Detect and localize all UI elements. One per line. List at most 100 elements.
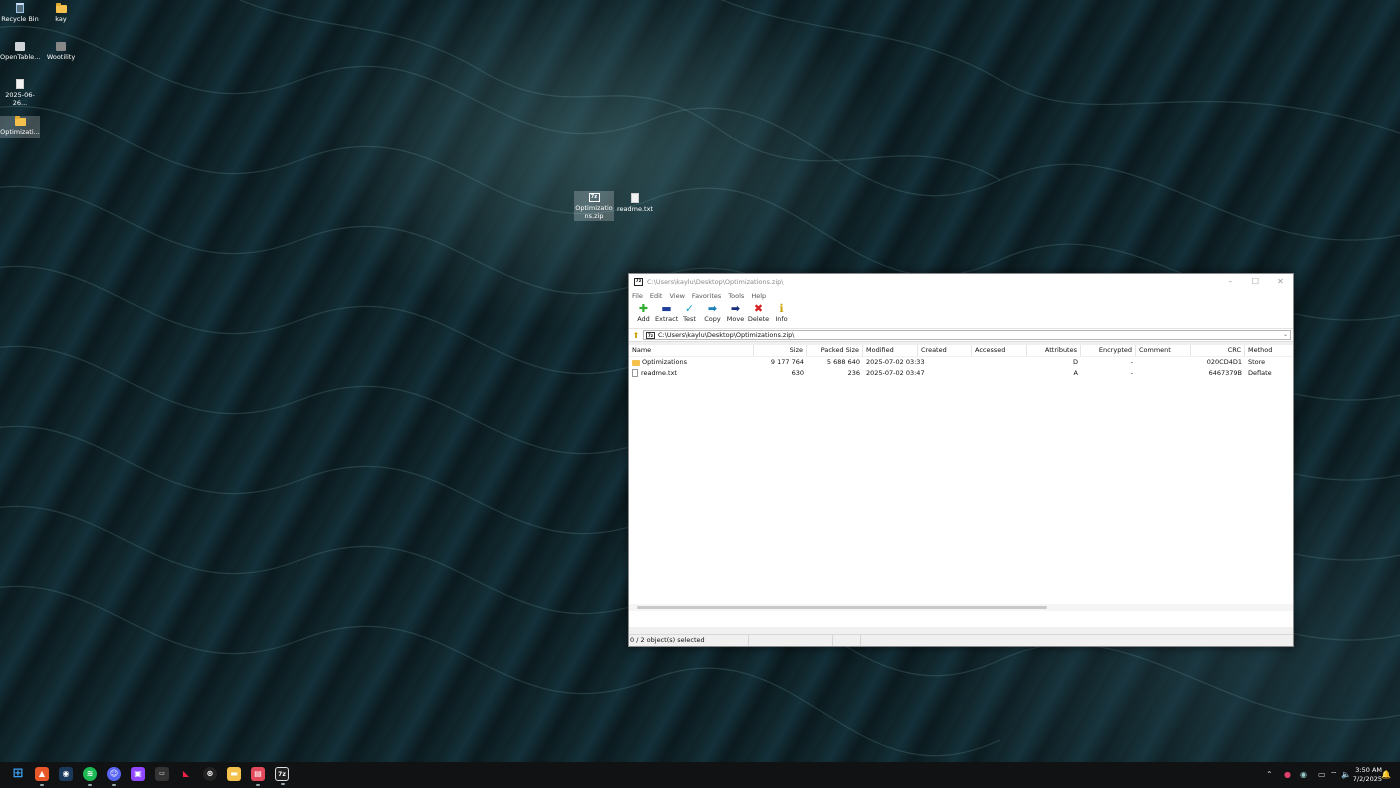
delete-button[interactable]: ✖ Delete xyxy=(747,301,770,324)
column-name[interactable]: Name xyxy=(629,345,754,356)
menu-view[interactable]: View xyxy=(669,292,684,300)
desktop-icon-label: readme.txt xyxy=(617,205,653,213)
move-icon: ➡ xyxy=(730,302,741,315)
column-accessed[interactable]: Accessed xyxy=(972,345,1027,356)
info-button[interactable]: ℹ Info xyxy=(770,301,793,324)
tray-app-icon[interactable]: ● xyxy=(1284,762,1291,788)
network-icon[interactable]: ⌔ xyxy=(1330,762,1338,788)
table-row[interactable]: Optimizations 9 177 764 5 688 640 2025-0… xyxy=(629,357,1293,368)
column-created[interactable]: Created xyxy=(918,345,972,356)
app-icon[interactable]: ◣ xyxy=(179,767,193,781)
column-size[interactable]: Size xyxy=(754,345,807,356)
chevron-down-icon[interactable]: ⌄ xyxy=(1283,331,1288,338)
column-comment[interactable]: Comment xyxy=(1136,345,1191,356)
column-headers: Name Size Packed Size Modified Created A… xyxy=(629,345,1293,357)
notification-bell-icon[interactable]: 🔔 xyxy=(1381,762,1391,788)
app-icon xyxy=(56,42,66,51)
extract-button[interactable]: ▬ Extract xyxy=(655,301,678,324)
row-size: 630 xyxy=(791,368,804,377)
add-label: Add xyxy=(637,315,650,323)
recycle-bin-icon xyxy=(16,3,24,13)
7zip-icon[interactable]: 7z xyxy=(275,767,289,785)
app-icon[interactable]: ▤ xyxy=(251,767,265,786)
text-file-icon xyxy=(631,193,639,203)
copy-label: Copy xyxy=(704,315,721,323)
desktop-icon-recycle-bin[interactable]: Recycle Bin xyxy=(0,3,40,23)
menu-favorites[interactable]: Favorites xyxy=(692,292,721,300)
row-modified: 2025-07-02 03:47 xyxy=(866,368,925,377)
chevron-up-icon[interactable]: ⌃ xyxy=(1266,762,1273,788)
epic-games-icon[interactable]: ⊛ xyxy=(203,767,217,781)
clock[interactable]: 3:50 AM 7/2/2025 xyxy=(1353,766,1382,784)
menu-file[interactable]: File xyxy=(632,292,643,300)
desktop-icon-readme[interactable]: readme.txt xyxy=(615,193,655,213)
column-method[interactable]: Method xyxy=(1245,345,1293,356)
window-title: C:\Users\kaylu\Desktop\Optimizations.zip… xyxy=(647,278,784,286)
terminal-icon[interactable]: ▭ xyxy=(155,767,169,781)
desktop-icon-label: kay xyxy=(55,15,67,23)
row-attributes: A xyxy=(1073,368,1078,377)
file-explorer-icon[interactable]: ▬ xyxy=(227,767,241,781)
move-button[interactable]: ➡ Move xyxy=(724,301,747,324)
test-button[interactable]: ✓ Test xyxy=(678,301,701,324)
column-crc[interactable]: CRC xyxy=(1191,345,1245,356)
column-modified[interactable]: Modified xyxy=(863,345,918,356)
row-name-text: Optimizations xyxy=(642,358,687,366)
desktop-icon-opentable[interactable]: OpenTable... xyxy=(0,41,40,61)
title-bar[interactable]: 7z C:\Users\kaylu\Desktop\Optimizations.… xyxy=(629,274,1293,290)
row-size: 9 177 764 xyxy=(770,358,804,366)
steam-icon[interactable]: ◉ xyxy=(59,767,73,781)
copy-button[interactable]: ➡ Copy xyxy=(701,301,724,324)
row-encrypted: - xyxy=(1130,358,1133,366)
minimize-button[interactable]: – xyxy=(1218,274,1243,290)
column-encrypted[interactable]: Encrypted xyxy=(1081,345,1136,356)
desktop-icon-kay[interactable]: kay xyxy=(41,3,81,23)
twitch-icon[interactable]: ▣ xyxy=(131,767,145,781)
desktop-icon-wootility[interactable]: Wootility xyxy=(41,41,81,61)
menu-help[interactable]: Help xyxy=(751,292,766,300)
add-icon: ✚ xyxy=(638,302,649,315)
copy-icon: ➡ xyxy=(707,302,718,315)
folder-icon xyxy=(55,3,67,13)
folder-icon xyxy=(14,116,26,126)
display-icon[interactable]: ▭ xyxy=(1318,762,1326,788)
scrollbar-thumb[interactable] xyxy=(637,606,1047,609)
row-packed-size: 5 688 640 xyxy=(826,358,860,366)
column-packed-size[interactable]: Packed Size xyxy=(807,345,863,356)
add-button[interactable]: ✚ Add xyxy=(632,301,655,324)
column-attributes[interactable]: Attributes xyxy=(1027,345,1081,356)
spotify-icon[interactable]: ≋ xyxy=(83,767,97,786)
row-crc: 6467379B xyxy=(1208,368,1242,377)
table-row[interactable]: readme.txt 630 236 2025-07-02 03:47 A - … xyxy=(629,368,1293,379)
address-field[interactable]: 7z C:\Users\kaylu\Desktop\Optimizations.… xyxy=(643,330,1291,340)
row-packed-size: 236 xyxy=(847,368,860,377)
desktop-icon-optimizations-folder[interactable]: Optimizati... xyxy=(0,116,40,138)
windows-start-icon[interactable]: ⊞ xyxy=(11,767,25,781)
7zip-archive-icon: 7z xyxy=(588,193,600,202)
address-path: C:\Users\kaylu\Desktop\Optimizations.zip… xyxy=(658,331,795,339)
up-folder-icon[interactable]: ⬆ xyxy=(629,331,643,340)
row-created xyxy=(918,357,972,368)
clock-time: 3:50 AM xyxy=(1355,766,1382,774)
volume-icon[interactable]: 🔈 xyxy=(1341,762,1351,788)
row-accessed xyxy=(972,368,1027,379)
desktop-icon-document[interactable]: 2025-06-26... xyxy=(0,79,40,107)
steam-tray-icon[interactable]: ◉ xyxy=(1300,762,1307,788)
menu-bar: File Edit View Favorites Tools Help xyxy=(629,290,1293,301)
discord-icon[interactable]: ☺ xyxy=(107,767,121,786)
desktop-icon-label: Wootility xyxy=(46,53,76,61)
delete-label: Delete xyxy=(747,315,770,323)
close-button[interactable]: ✕ xyxy=(1268,274,1293,290)
row-accessed xyxy=(972,357,1027,368)
menu-edit[interactable]: Edit xyxy=(650,292,663,300)
desktop-icon-label: Optimizati... xyxy=(0,128,40,136)
row-created xyxy=(918,368,972,379)
brave-icon[interactable]: ▲ xyxy=(35,767,49,786)
info-icon: ℹ xyxy=(779,302,784,315)
status-cell xyxy=(861,635,862,646)
desktop-icon-optimizations-zip[interactable]: 7z Optimizations.zip xyxy=(574,191,614,221)
app-icon xyxy=(15,42,25,51)
menu-tools[interactable]: Tools xyxy=(728,292,744,300)
document-icon xyxy=(16,79,24,89)
maximize-button[interactable]: ☐ xyxy=(1243,274,1268,290)
